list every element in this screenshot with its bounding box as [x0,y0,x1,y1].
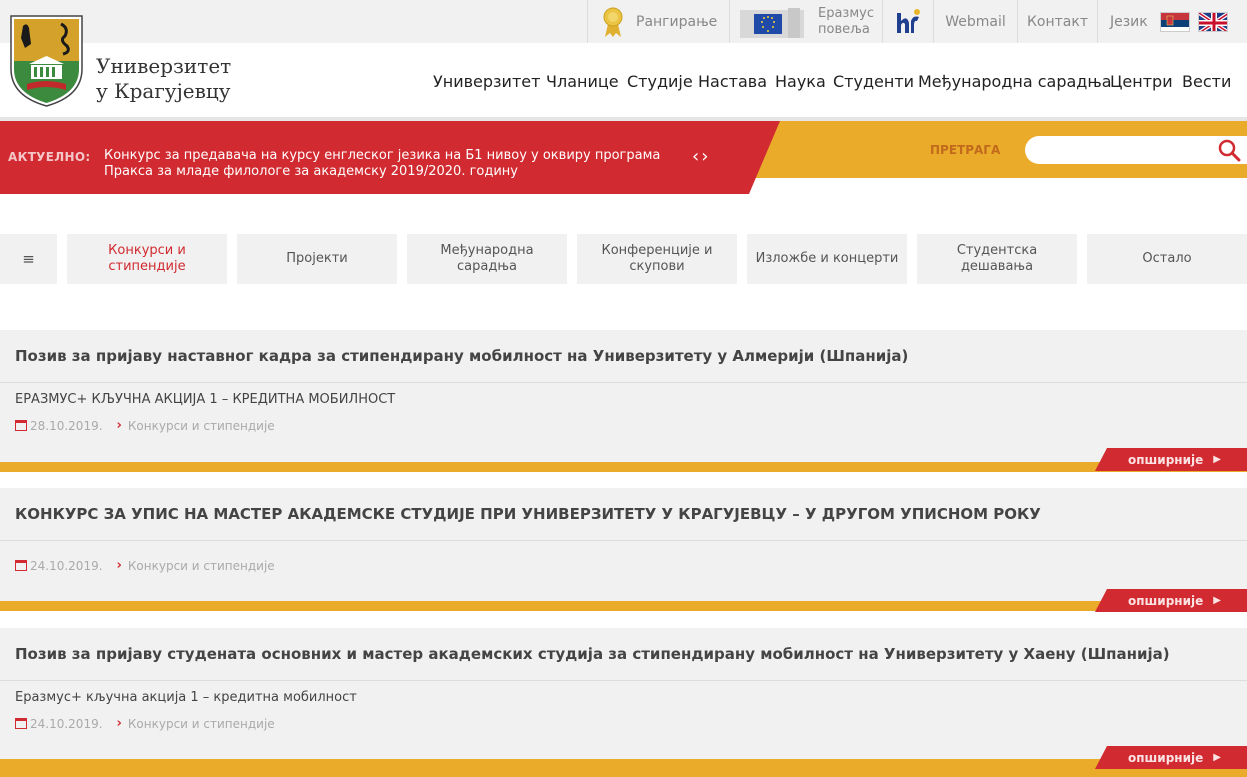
post-footer-bar [0,759,1247,777]
language-switcher: Језик [1097,0,1247,43]
post-footer-bar [0,601,1247,611]
nav-item-news[interactable]: Вести [1182,72,1231,91]
post-category[interactable]: Конкурси и стипендије [128,419,275,433]
post-subtitle: ЕРАЗМУС+ КЉУЧНА АКЦИЈА 1 – КРЕДИТНА МОБИ… [15,392,396,407]
post-card: Позив за пријаву наставног кадра за стип… [0,330,1247,462]
chevron-right-icon: › [116,558,122,573]
ticker-label: АКТУЕЛНО: [8,150,91,164]
read-more-button[interactable]: опширније ▶ [1095,746,1247,769]
post-date: 28.10.2019. [30,418,103,433]
post-title[interactable]: Позив за пријаву студената основних и ма… [15,645,1170,663]
post-title[interactable]: КОНКУРС ЗА УПИС НА МАСТЕР АКАДЕМСКЕ СТУД… [15,505,1041,523]
ticker-headline[interactable]: Конкурс за предавача на курсу енглеског … [104,148,684,180]
read-more-label: опширније [1128,593,1204,608]
erasmus-charter-link[interactable]: Еразмус повеља [729,0,882,43]
read-more-label: опширније [1128,750,1204,765]
chevron-right-icon: › [116,716,122,731]
tab-exhibitions-concerts[interactable]: Изложбе и концерти [747,234,907,284]
post-date: 24.10.2019. [30,716,103,731]
nav-item-members[interactable]: Чланице [546,72,619,91]
tab-conferences[interactable]: Конференције и скупови [577,234,737,284]
post-subtitle: Еразмус+ кључна акција 1 – кредитна моби… [15,690,357,705]
serbian-flag-icon[interactable] [1159,11,1190,32]
chevron-right-icon: › [116,418,122,433]
post-card: Позив за пријаву студената основних и ма… [0,628,1247,759]
erasmus-label-line2: повеља [818,21,870,37]
post-meta: 24.10.2019. › Конкурси и стипендије [15,716,275,731]
post-meta: 28.10.2019. › Конкурси и стипендије [15,418,275,433]
hr-excellence-icon [897,8,920,33]
nav-item-studies[interactable]: Студије [627,72,693,91]
ranking-link[interactable]: Рангирање [587,0,729,43]
tab-international-cooperation[interactable]: Међународна сарадња [407,234,567,284]
read-more-label: опширније [1128,452,1204,467]
uk-flag-icon[interactable] [1197,11,1228,32]
post-date: 24.10.2019. [30,558,103,573]
webmail-link[interactable]: Webmail [933,0,1017,43]
nav-item-students[interactable]: Студенти [833,72,914,91]
post-meta: 24.10.2019. › Конкурси и стипендије [15,558,275,573]
main-navigation: Универзитет Чланице Студије Настава Наук… [0,72,1247,96]
utility-bar: Рангирање Еразмус повеља Webmail Контакт… [0,0,1247,43]
tab-student-events[interactable]: Студентска дешавања [917,234,1077,284]
triangle-right-icon: ▶ [1213,454,1221,465]
read-more-button[interactable]: опширније ▶ [1095,589,1247,612]
ranking-label: Рангирање [636,13,718,30]
nav-item-teaching[interactable]: Настава [698,72,767,91]
post-card: КОНКУРС ЗА УПИС НА МАСТЕР АКАДЕМСКЕ СТУД… [0,488,1247,601]
contact-label: Контакт [1026,13,1088,30]
nav-item-international[interactable]: Међународна сарадња [918,72,1112,91]
erasmus-label-line1: Еразмус [818,5,874,21]
post-category[interactable]: Конкурси и стипендије [128,559,275,573]
ticker-arrows[interactable]: ‹› [692,146,710,167]
search-icon[interactable] [1217,138,1241,162]
tabs-menu-icon[interactable]: ≡ [0,234,57,284]
read-more-button[interactable]: опширније ▶ [1095,448,1247,471]
eu-flag-icon [740,7,804,38]
search-input[interactable] [1025,136,1247,164]
tab-projects[interactable]: Пројекти [237,234,397,284]
post-category[interactable]: Конкурси и стипендије [128,717,275,731]
post-divider [0,680,1247,681]
tab-competitions-scholarships[interactable]: Конкурси и стипендије [67,234,227,284]
triangle-right-icon: ▶ [1213,752,1221,763]
webmail-label: Webmail [945,13,1006,30]
triangle-right-icon: ▶ [1213,595,1221,606]
post-title[interactable]: Позив за пријаву наставног кадра за стип… [15,347,908,365]
post-footer-bar [0,462,1247,472]
search-label: ПРЕТРАГА [930,143,1001,157]
post-divider [0,382,1247,383]
erasmus-label: Еразмус повеља [818,6,874,38]
calendar-icon [15,560,27,571]
nav-item-university[interactable]: Универзитет [433,72,540,91]
category-tabs: ≡ Конкурси и стипендије Пројекти Међунар… [0,234,1247,284]
language-label: Језик [1110,13,1148,30]
hr-excellence-link[interactable] [882,0,933,43]
nav-item-science[interactable]: Наука [775,72,826,91]
medal-icon [603,7,623,37]
tab-other[interactable]: Остало [1087,234,1247,284]
nav-item-centers[interactable]: Центри [1110,72,1173,91]
contact-link[interactable]: Контакт [1017,0,1097,43]
calendar-icon [15,718,27,729]
calendar-icon [15,420,27,431]
post-divider [0,540,1247,541]
